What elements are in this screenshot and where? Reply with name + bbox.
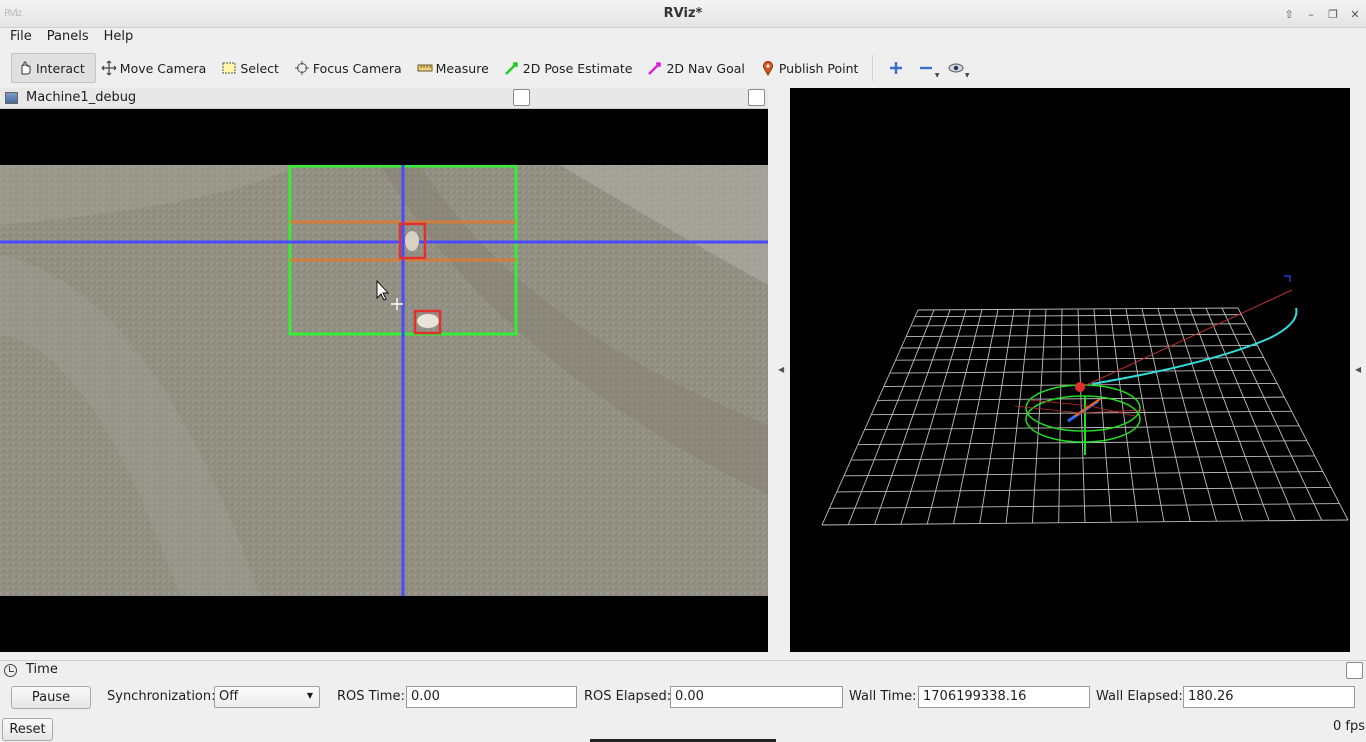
3d-scene <box>821 275 1349 526</box>
map-pin-icon <box>759 59 777 77</box>
splitter-left-arrow-icon[interactable]: ◀ <box>778 365 784 374</box>
dropdown-arrow-icon: ▼ <box>964 72 970 79</box>
grid-line <box>1077 308 1086 523</box>
pose-estimate-tool[interactable]: 2D Pose Estimate <box>499 53 643 83</box>
move-icon <box>100 59 118 77</box>
grid-line <box>1058 309 1063 523</box>
nav-goal-label: 2D Nav Goal <box>666 60 745 76</box>
image-panel-icon <box>5 92 18 104</box>
image-panel-header: Machine1_debug <box>0 88 768 109</box>
magenta-arrow-icon <box>646 59 664 77</box>
interact-label: Interact <box>36 60 85 76</box>
maximize-icon[interactable]: ❐ <box>1322 0 1344 28</box>
ros-time-field[interactable]: 0.00 <box>406 686 577 708</box>
interact-tool[interactable]: Interact <box>11 53 96 83</box>
grid-line <box>874 309 951 525</box>
robot-marker <box>1014 382 1146 455</box>
green-arrow-icon <box>503 59 521 77</box>
grid-line <box>1031 309 1047 524</box>
ruler-icon <box>416 59 434 77</box>
view-options-button[interactable]: ▼ <box>941 53 971 83</box>
grid-line <box>847 309 935 525</box>
close-panel-checkbox[interactable] <box>748 89 765 106</box>
publish-point-tool[interactable]: Publish Point <box>755 53 869 83</box>
grid-line <box>979 309 1015 524</box>
chevron-down-icon: ▼ <box>306 691 313 700</box>
keep-above-icon[interactable]: ⇧ <box>1278 0 1300 28</box>
splitter-right-arrow-icon[interactable]: ◀ <box>1355 365 1361 374</box>
heading-ray <box>1079 289 1293 389</box>
reset-button[interactable]: Reset <box>2 718 53 741</box>
wall-elapsed-field[interactable]: 180.26 <box>1183 686 1355 708</box>
add-tool-button[interactable] <box>881 53 911 83</box>
focus-icon <box>293 59 311 77</box>
title-bar: RViz RViz* ⇧ – ❐ ✕ <box>0 0 1366 28</box>
time-panel-title: Time <box>26 662 58 677</box>
fps-indicator: 0 fps <box>1333 719 1366 734</box>
3d-view[interactable] <box>790 88 1350 652</box>
menu-bar: File Panels Help <box>0 28 1366 48</box>
wall-time-field[interactable]: 1706199338.16 <box>918 686 1090 708</box>
eye-icon <box>948 63 964 73</box>
publish-point-label: Publish Point <box>778 60 859 76</box>
move-camera-tool[interactable]: Move Camera <box>96 53 217 83</box>
grid-line <box>1093 308 1112 523</box>
image-panel-title: Machine1_debug <box>26 90 137 105</box>
hand-icon <box>16 59 34 77</box>
ros-elapsed-field[interactable]: 0.00 <box>670 686 843 708</box>
image-panel: Machine1_debug <box>0 88 768 652</box>
ros-elapsed-label: ROS Elapsed: <box>584 689 672 704</box>
plus-icon <box>890 62 903 74</box>
minimize-icon[interactable]: – <box>1300 0 1322 28</box>
move-camera-label: Move Camera <box>119 60 207 76</box>
remove-tool-button[interactable]: ▼ <box>911 53 941 83</box>
wall-time-label: Wall Time: <box>849 689 917 704</box>
grid-line <box>900 309 967 525</box>
grid-line <box>953 309 999 524</box>
goal-marker <box>1284 275 1291 282</box>
grid-line <box>821 309 919 526</box>
window-title: RViz* <box>663 6 703 21</box>
time-panel-header: Time <box>0 660 1366 680</box>
select-label: Select <box>240 60 279 76</box>
dropdown-arrow-icon: ▼ <box>934 72 940 79</box>
menu-file[interactable]: File <box>0 28 37 48</box>
focus-camera-label: Focus Camera <box>312 60 402 76</box>
measure-tool[interactable]: Measure <box>412 53 499 83</box>
ros-time-label: ROS Time: <box>337 689 405 704</box>
toolbar: Interact Move Camera Select Focus Camera… <box>0 50 1366 86</box>
camera-image[interactable] <box>0 165 768 596</box>
pause-button[interactable]: Pause <box>11 686 91 709</box>
pose-estimate-label: 2D Pose Estimate <box>522 60 633 76</box>
toolbar-separator <box>872 55 874 81</box>
select-icon <box>220 59 238 77</box>
sync-dropdown[interactable]: Off ▼ <box>214 686 320 708</box>
select-tool[interactable]: Select <box>216 53 289 83</box>
menu-panels[interactable]: Panels <box>37 28 94 48</box>
focus-camera-tool[interactable]: Focus Camera <box>289 53 412 83</box>
time-panel-close-checkbox[interactable] <box>1346 662 1363 679</box>
menu-help[interactable]: Help <box>94 28 139 48</box>
nav-goal-tool[interactable]: 2D Nav Goal <box>642 53 754 83</box>
sync-value: Off <box>219 689 239 704</box>
clock-icon <box>4 664 17 677</box>
sync-label: Synchronization: <box>107 689 216 704</box>
grid-line <box>926 309 983 525</box>
minus-icon <box>920 66 933 70</box>
measure-label: Measure <box>435 60 489 76</box>
wall-elapsed-label: Wall Elapsed: <box>1096 689 1183 704</box>
undock-checkbox[interactable] <box>513 89 530 106</box>
close-icon[interactable]: ✕ <box>1344 0 1366 28</box>
